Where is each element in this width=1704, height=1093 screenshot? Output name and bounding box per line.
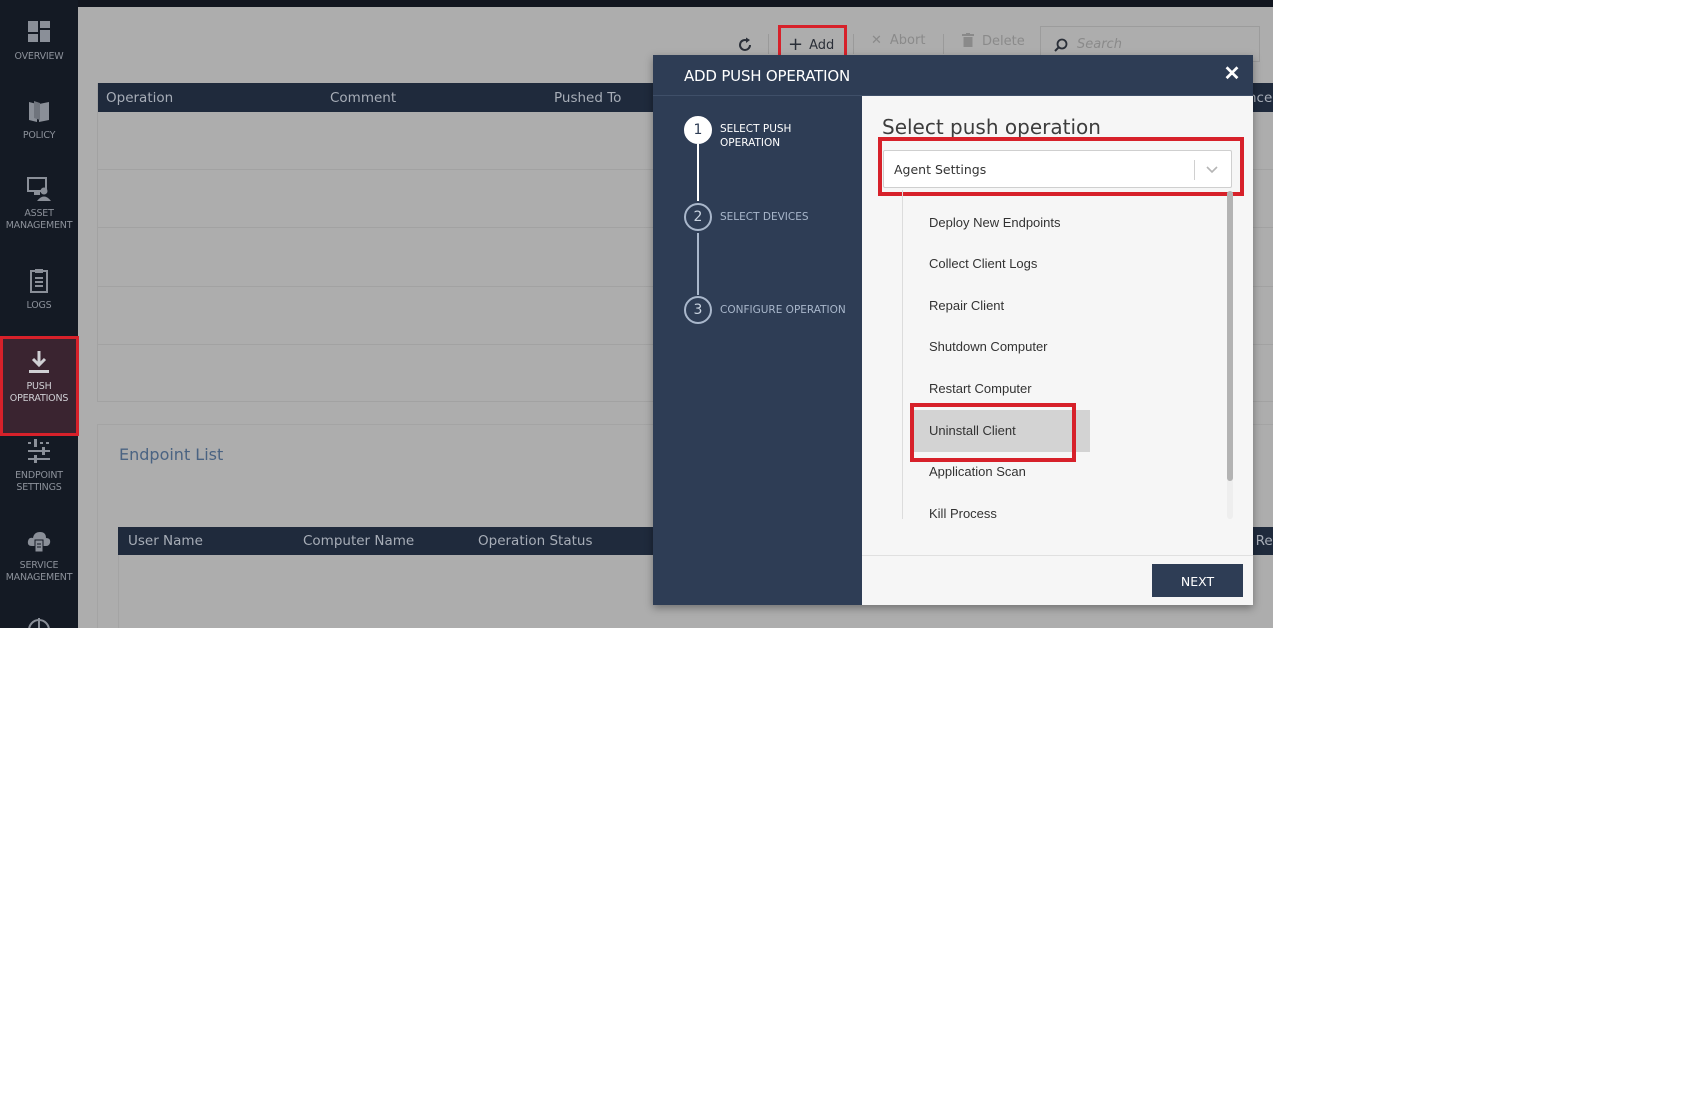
step-3-circle: 3 [684, 296, 712, 324]
toolbar-separator [853, 34, 854, 54]
step-1-label: SELECT PUSH OPERATION [720, 122, 860, 150]
option-kill-process[interactable]: Kill Process [913, 493, 1090, 519]
select-push-operation-title: Select push operation [882, 115, 1101, 139]
trash-icon [962, 33, 974, 47]
abort-button[interactable]: ✕ Abort [871, 33, 925, 48]
column-header-operation[interactable]: Operation [106, 90, 173, 106]
options-scrollbar-thumb[interactable] [1227, 191, 1233, 481]
delete-label: Delete [982, 34, 1025, 49]
step-3-label: CONFIGURE OPERATION [720, 304, 846, 316]
column-header-computer-name[interactable]: Computer Name [303, 533, 414, 549]
search-placeholder: Search [1077, 37, 1122, 52]
delete-button[interactable]: Delete [962, 33, 1025, 49]
step-connector [697, 144, 699, 201]
dialog-footer-divider [862, 555, 1253, 556]
option-repair-client[interactable]: Repair Client [913, 285, 1090, 327]
close-icon[interactable]: ✕ [1221, 63, 1243, 85]
refresh-icon[interactable] [737, 37, 753, 53]
next-button[interactable]: NEXT [1152, 564, 1243, 597]
column-header-operation-status[interactable]: Operation Status [478, 533, 593, 549]
step-2-label: SELECT DEVICES [720, 211, 809, 223]
column-header-pushed-to[interactable]: Pushed To [554, 90, 621, 106]
app-window: OVERVIEW POLICY ASSET MANAGEMENT LOGS PU… [0, 0, 1273, 628]
add-push-operation-dialog: ADD PUSH OPERATION ✕ 1 SELECT PUSH OPERA… [653, 55, 1253, 605]
column-header-user-name[interactable]: User Name [128, 533, 203, 549]
endpoint-list-title: Endpoint List [119, 445, 224, 464]
step-1-circle: 1 [684, 116, 712, 144]
uninstall-client-highlight-box [910, 403, 1076, 462]
close-x-icon: ✕ [871, 33, 882, 48]
wizard-steps: 1 SELECT PUSH OPERATION 2 SELECT DEVICES… [653, 96, 862, 605]
step-label-line: SELECT PUSH [720, 123, 792, 135]
operation-options-list: Deploy New Endpoints Collect Client Logs… [902, 190, 1245, 519]
toolbar-separator [768, 34, 769, 54]
step-connector [697, 233, 699, 295]
step-label-line: OPERATION [720, 137, 781, 149]
abort-label: Abort [889, 33, 926, 48]
column-header-comment[interactable]: Comment [330, 90, 396, 106]
option-deploy-new-endpoints[interactable]: Deploy New Endpoints [913, 202, 1090, 244]
search-icon [1054, 38, 1068, 52]
step-2-circle: 2 [684, 203, 712, 231]
dialog-title: ADD PUSH OPERATION [684, 67, 850, 85]
option-shutdown-computer[interactable]: Shutdown Computer [913, 326, 1090, 368]
dialog-header: ADD PUSH OPERATION ✕ [653, 55, 1253, 96]
toolbar-separator [943, 34, 944, 54]
dropdown-highlight-box [878, 137, 1244, 196]
option-collect-client-logs[interactable]: Collect Client Logs [913, 243, 1090, 285]
